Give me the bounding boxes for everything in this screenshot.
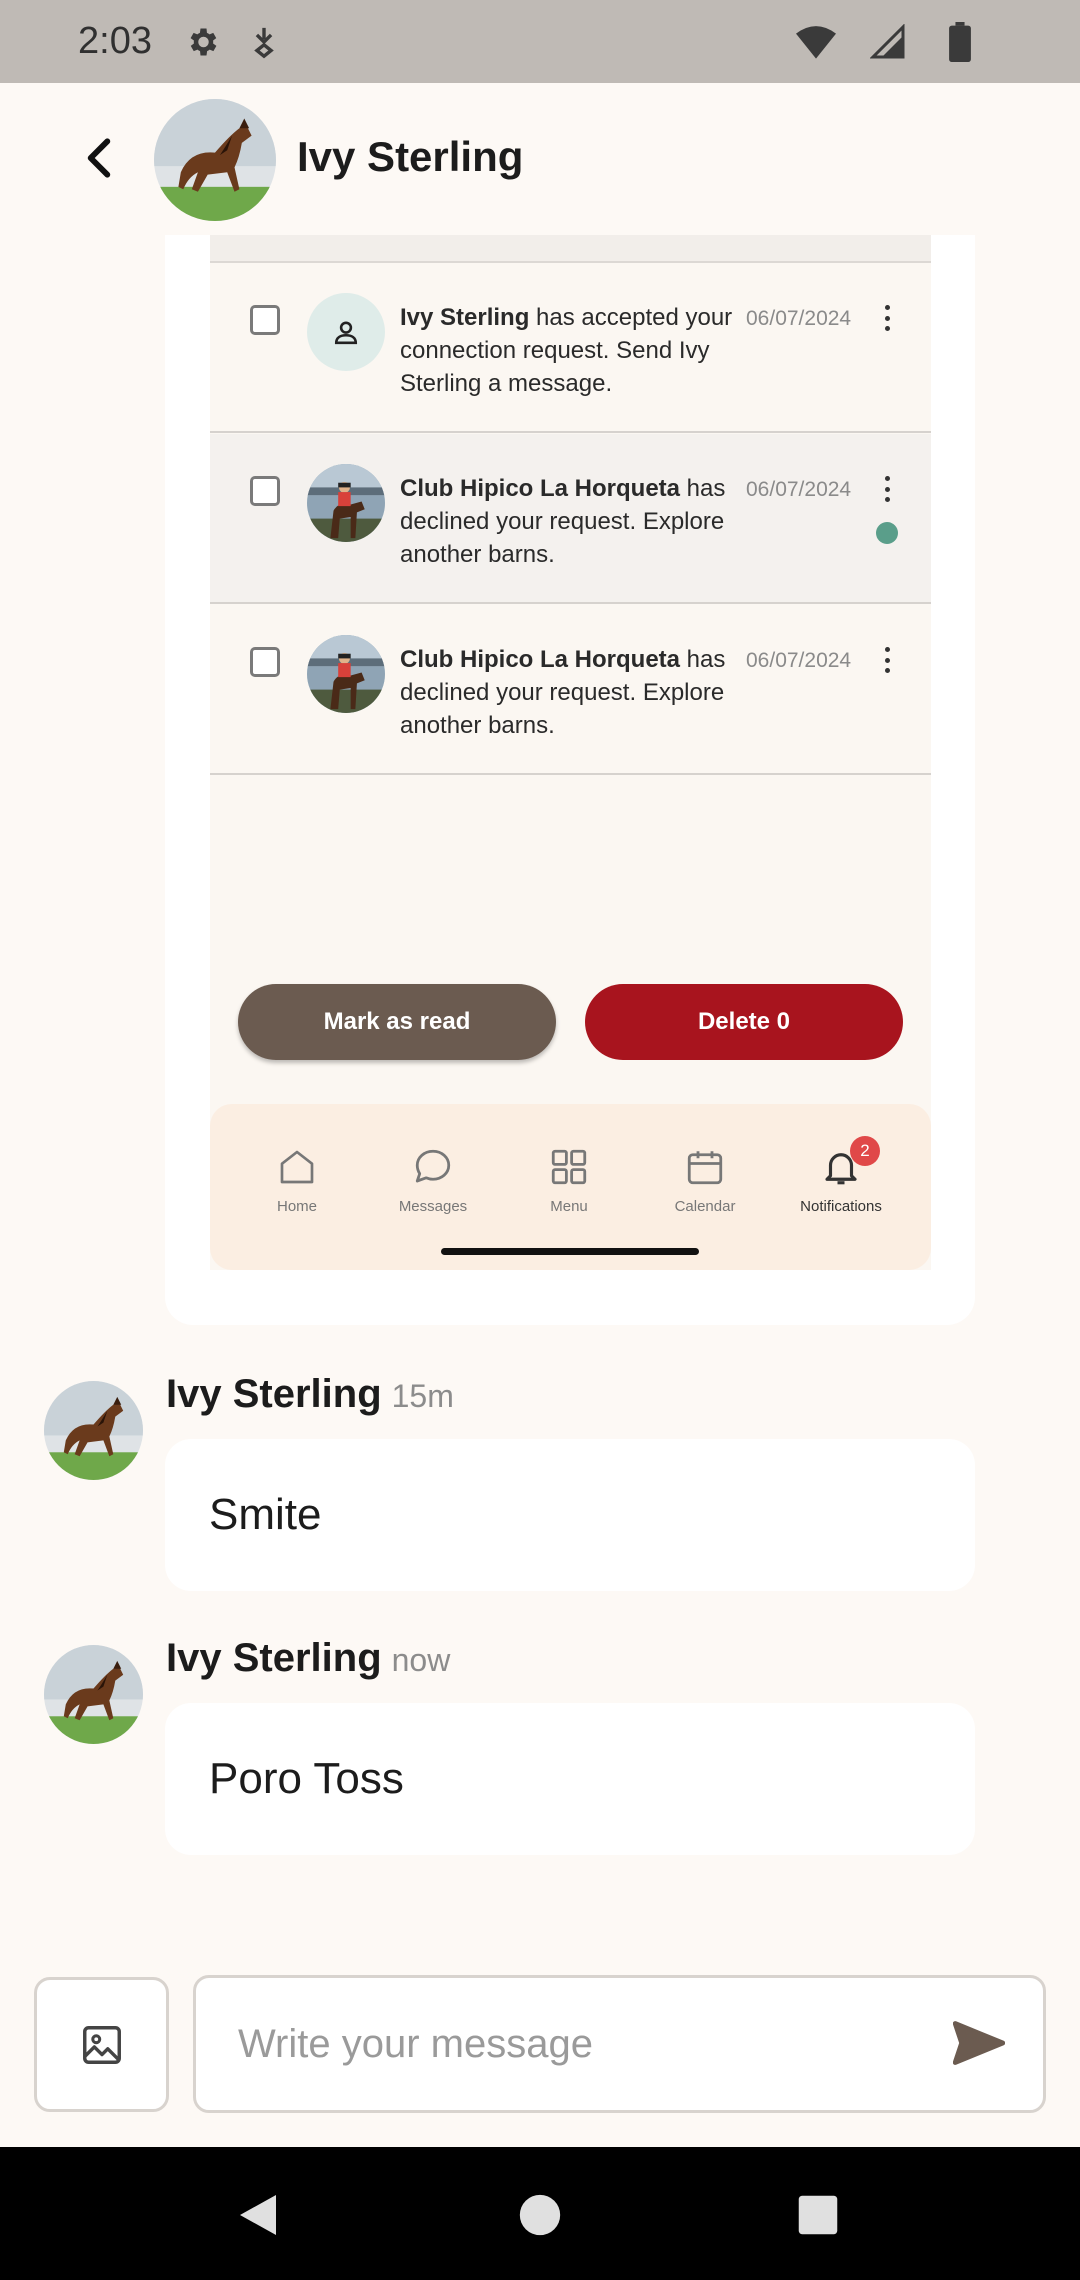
message-input[interactable] (193, 1975, 1046, 2113)
image-icon (82, 2025, 121, 2064)
send-icon (953, 2021, 1005, 2065)
settings-icon (182, 22, 222, 62)
wifi-icon (796, 22, 836, 62)
delete-button[interactable]: Delete 0 (585, 984, 903, 1060)
contact-name[interactable]: Ivy Sterling (297, 133, 523, 181)
signal-icon (868, 22, 908, 62)
notification-date: 06/07/2024 (746, 307, 852, 330)
notification-text: Club Hipico La Horqueta has declined you… (400, 643, 740, 742)
notification-date: 06/07/2024 (746, 649, 852, 672)
system-nav-bar (0, 2147, 1080, 2280)
status-bar: 2:03 (0, 0, 1080, 83)
notification-badge: 2 (850, 1136, 880, 1166)
shared-screenshot-message[interactable]: Ivy Sterling has accepted your connectio… (165, 235, 975, 1325)
notification-checkbox[interactable] (250, 647, 280, 677)
send-button[interactable] (946, 2010, 1012, 2076)
nav-item-calendar[interactable]: Calendar (650, 1144, 760, 1215)
grid-icon (546, 1144, 592, 1190)
download-icon (244, 22, 284, 62)
avatar[interactable] (154, 99, 276, 221)
message-time: now (391, 1642, 451, 1678)
message-sender: Ivy Sterling (166, 1372, 382, 1416)
more-vert-icon[interactable] (882, 305, 892, 331)
message-header: Ivy Sterling now (166, 1636, 450, 1681)
status-time: 2:03 (78, 20, 152, 62)
message-bubble[interactable]: Poro Toss (165, 1703, 975, 1855)
circle-home-icon (519, 2194, 561, 2236)
rider-avatar (307, 635, 385, 713)
nav-item-home[interactable]: Home (242, 1144, 352, 1215)
person-icon (307, 293, 385, 371)
nav-item-notifications[interactable]: 2 Notifications (786, 1136, 896, 1215)
home-indicator (441, 1248, 699, 1255)
divider (210, 235, 931, 263)
notification-sender: Ivy Sterling (400, 304, 530, 331)
home-icon (274, 1144, 320, 1190)
notification-text: Club Hipico La Horqueta has declined you… (400, 472, 740, 571)
system-back-button[interactable] (228, 2185, 288, 2245)
unread-dot (876, 522, 898, 544)
avatar[interactable] (44, 1381, 143, 1480)
bottom-nav: Home Messages Menu Calendar 2 Notificati… (210, 1104, 931, 1270)
nav-item-menu[interactable]: Menu (514, 1144, 624, 1215)
system-recents-button[interactable] (788, 2185, 848, 2245)
shared-screenshot-image: Ivy Sterling has accepted your connectio… (210, 235, 931, 1270)
rider-avatar (307, 464, 385, 542)
notification-item[interactable]: Club Hipico La Horqueta has declined you… (210, 434, 931, 604)
more-vert-icon[interactable] (882, 476, 892, 502)
nav-item-messages[interactable]: Messages (378, 1144, 488, 1215)
arrow-back-icon (87, 138, 111, 178)
nav-label: Calendar (674, 1198, 736, 1215)
message-sender: Ivy Sterling (166, 1636, 382, 1680)
nav-label: Messages (398, 1198, 468, 1215)
message-time: 15m (391, 1378, 454, 1414)
nav-label: Home (276, 1198, 317, 1215)
notification-text: Ivy Sterling has accepted your connectio… (400, 301, 740, 400)
nav-label: Notifications (800, 1198, 882, 1215)
mark-as-read-button[interactable]: Mark as read (238, 984, 556, 1060)
notification-sender: Club Hipico La Horqueta (400, 475, 681, 502)
back-button[interactable] (74, 133, 124, 183)
chat-icon (410, 1144, 456, 1190)
nav-label: Menu (550, 1198, 588, 1215)
chat-header: Ivy Sterling (0, 83, 1080, 235)
calendar-icon (682, 1144, 728, 1190)
more-vert-icon[interactable] (882, 647, 892, 673)
attach-image-button[interactable] (34, 1977, 169, 2112)
notification-checkbox[interactable] (250, 305, 280, 335)
notification-checkbox[interactable] (250, 476, 280, 506)
notification-item[interactable]: Ivy Sterling has accepted your connectio… (210, 263, 931, 433)
message-header: Ivy Sterling 15m (166, 1372, 454, 1417)
triangle-back-icon (240, 2195, 276, 2235)
avatar[interactable] (44, 1645, 143, 1744)
battery-icon (940, 21, 980, 62)
notification-item[interactable]: Club Hipico La Horqueta has declined you… (210, 605, 931, 775)
notification-sender: Club Hipico La Horqueta (400, 646, 681, 673)
message-bubble[interactable]: Smite (165, 1439, 975, 1591)
system-home-button[interactable] (510, 2185, 570, 2245)
notification-date: 06/07/2024 (746, 478, 852, 501)
square-recents-icon (798, 2195, 838, 2235)
